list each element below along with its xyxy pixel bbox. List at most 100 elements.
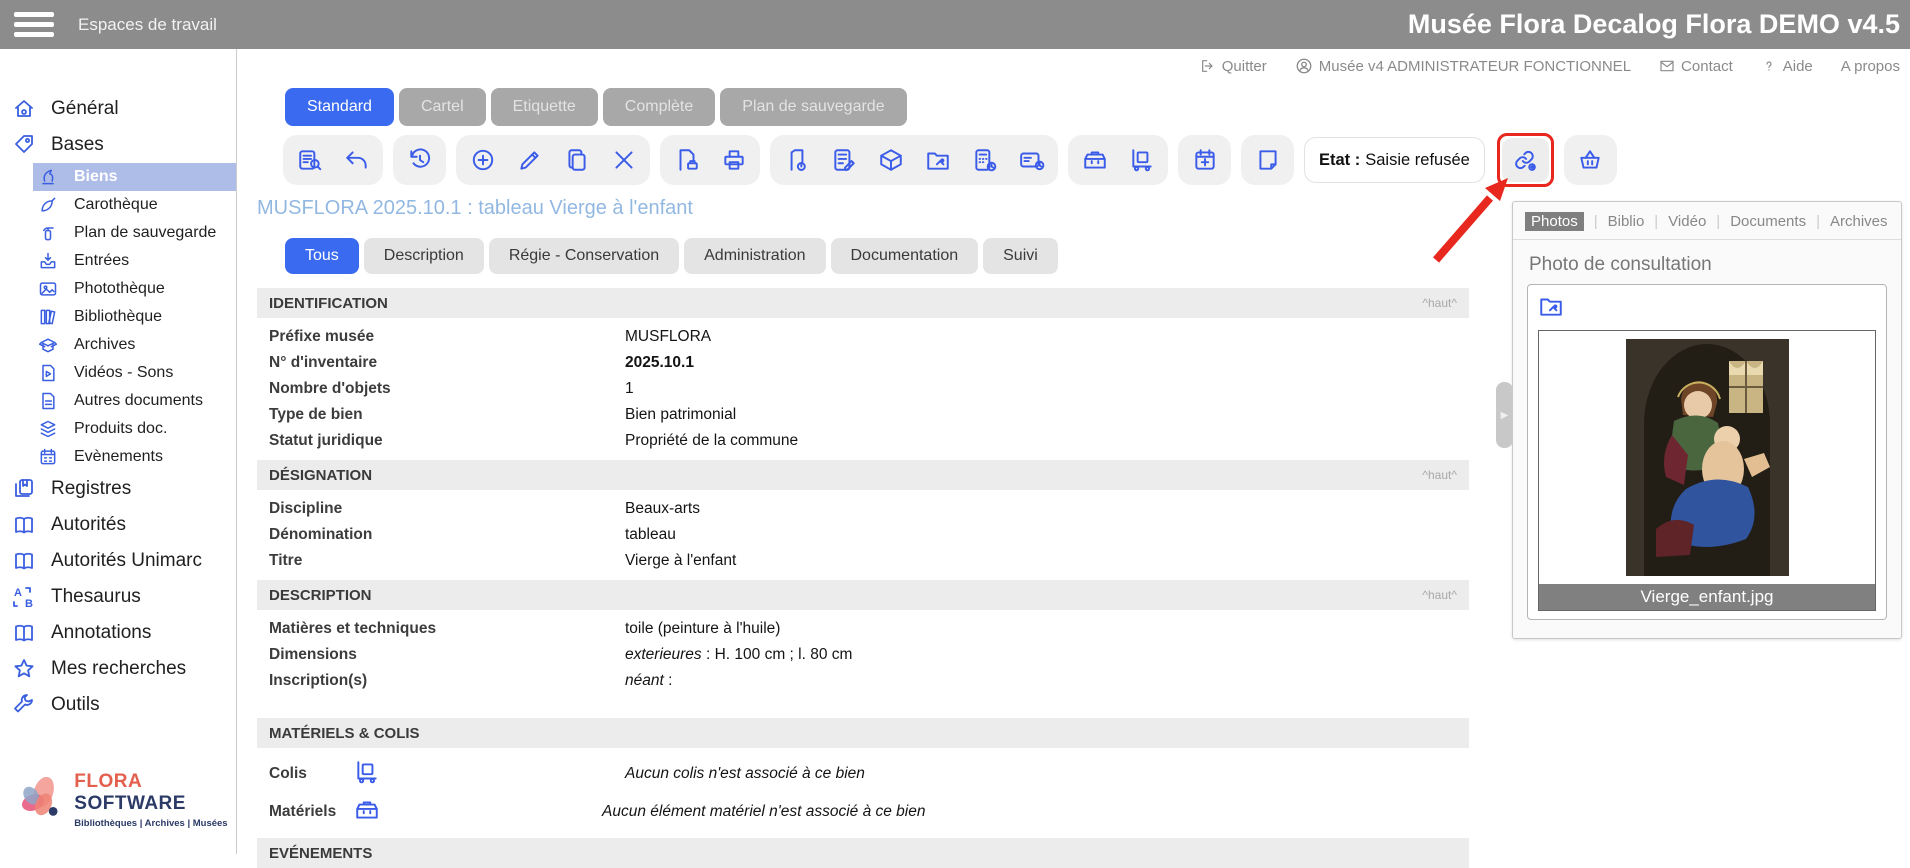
basket-button[interactable] (1567, 138, 1614, 182)
sidebar-item-outils[interactable]: Outils (0, 687, 236, 723)
sidebar-item-phototheque[interactable]: Photothèque (33, 275, 236, 303)
trolley-button[interactable] (1118, 138, 1165, 182)
doc-stack-icon (38, 419, 58, 439)
workspace-label[interactable]: Espaces de travail (78, 15, 217, 35)
document-icon (38, 391, 58, 411)
archive-box-icon (38, 335, 58, 355)
field-row: Dimensionsexterieures : H. 100 cm ; l. 8… (257, 642, 1469, 668)
attach-document-button[interactable] (773, 138, 820, 182)
card-clock-button[interactable] (1008, 138, 1055, 182)
sidebar-item-mes-recherches[interactable]: Mes recherches (0, 651, 236, 687)
page-print-icon (674, 147, 700, 173)
sidebar-item-general[interactable]: Général (0, 91, 236, 127)
list-search-button[interactable] (286, 138, 333, 182)
sidebar-item-entrees[interactable]: Entrées (33, 247, 236, 275)
delete-button[interactable] (600, 138, 647, 182)
field-row: Inscription(s)néant : (257, 668, 1469, 694)
media-tab-video[interactable]: Vidéo (1668, 213, 1706, 230)
page-print-button[interactable] (663, 138, 710, 182)
consultation-photo[interactable] (1539, 331, 1875, 584)
sidebar-item-autorites-unimarc[interactable]: Autorités Unimarc (0, 543, 236, 579)
sidebar-item-annotations[interactable]: Annotations (0, 615, 236, 651)
calculator-clock-button[interactable] (961, 138, 1008, 182)
calendar-icon (38, 447, 58, 467)
tag-icon (12, 133, 36, 157)
sidebar-item-thesaurus[interactable]: AB Thesaurus (0, 579, 236, 615)
sidebar-item-carotheque[interactable]: Carothèque (33, 191, 236, 219)
user-icon (1295, 57, 1313, 75)
toolbox-icon[interactable] (354, 797, 380, 828)
panel-collapse-handle[interactable]: ▶ (1496, 382, 1513, 448)
field-row: DisciplineBeaux-arts (257, 496, 1469, 522)
view-tab-etiquette[interactable]: Etiquette (491, 88, 598, 126)
media-tab-photos[interactable]: Photos (1525, 212, 1584, 231)
field-row: N° d'inventaire2025.10.1 (257, 350, 1469, 376)
chevron-right-icon: ▶ (1501, 410, 1509, 421)
link-button[interactable] (1502, 138, 1549, 182)
designation-fields: DisciplineBeaux-arts Dénominationtableau… (257, 490, 1469, 580)
materiels-rows: Colis Aucun colis n'est associé à ce bie… (257, 748, 1469, 838)
record-tab-administration[interactable]: Administration (684, 238, 825, 274)
open-book-icon (12, 621, 36, 645)
about-button[interactable]: A propos (1841, 58, 1900, 75)
field-row: Dénominationtableau (257, 522, 1469, 548)
view-tab-cartel[interactable]: Cartel (399, 88, 486, 126)
folder-image-button[interactable] (1538, 293, 1564, 319)
sidebar-item-videos-sons[interactable]: Vidéos - Sons (33, 359, 236, 387)
field-row: TitreVierge à l'enfant (257, 548, 1469, 574)
record-tab-documentation[interactable]: Documentation (831, 238, 979, 274)
back-to-top-link[interactable]: ^haut^ (1422, 468, 1457, 482)
section-header-identification: IDENTIFICATION ^haut^ (257, 288, 1469, 318)
sidebar-item-bibliotheque[interactable]: Bibliothèque (33, 303, 236, 331)
undo-icon (344, 147, 370, 173)
menu-icon[interactable] (14, 7, 54, 42)
sidebar-item-autres-documents[interactable]: Autres documents (33, 387, 236, 415)
media-tab-biblio[interactable]: Biblio (1608, 213, 1645, 230)
sidebar-item-bases[interactable]: Bases (0, 127, 236, 163)
folder-image-button[interactable] (914, 138, 961, 182)
painting-vierge-enfant (1626, 339, 1789, 576)
back-to-top-link[interactable]: ^haut^ (1422, 588, 1457, 602)
package-button[interactable] (867, 138, 914, 182)
duplicate-button[interactable] (553, 138, 600, 182)
sidebar-item-autorites[interactable]: Autorités (0, 507, 236, 543)
sidebar-item-produits-doc[interactable]: Produits doc. (33, 415, 236, 443)
record-tab-tous[interactable]: Tous (285, 238, 359, 274)
copy-icon (564, 147, 590, 173)
view-tab-plan-sauvegarde[interactable]: Plan de sauvegarde (720, 88, 906, 126)
calendar-add-button[interactable] (1181, 138, 1228, 182)
add-button[interactable] (459, 138, 506, 182)
field-row: Préfixe muséeMUSFLORA (257, 324, 1469, 350)
contact-button[interactable]: Contact (1659, 58, 1733, 75)
trolley-icon[interactable] (354, 759, 380, 790)
photo-icon (38, 279, 58, 299)
edit-form-button[interactable] (820, 138, 867, 182)
media-tab-archives[interactable]: Archives (1830, 213, 1888, 230)
sidebar-item-archives[interactable]: Archives (33, 331, 236, 359)
edit-button[interactable] (506, 138, 553, 182)
record-tab-description[interactable]: Description (364, 238, 484, 274)
toolbox-button[interactable] (1071, 138, 1118, 182)
svg-text:B: B (25, 598, 33, 609)
note-button[interactable] (1244, 138, 1291, 182)
description-fields: Matières et techniquestoile (peinture à … (257, 610, 1469, 700)
print-button[interactable] (710, 138, 757, 182)
view-tab-complete[interactable]: Complète (603, 88, 715, 126)
record-tab-regie-conservation[interactable]: Régie - Conservation (489, 238, 679, 274)
sidebar-item-biens[interactable]: Biens (33, 163, 236, 191)
media-tab-documents[interactable]: Documents (1730, 213, 1806, 230)
view-tab-standard[interactable]: Standard (285, 88, 394, 126)
help-button[interactable]: Aide (1761, 58, 1813, 75)
exit-icon (1200, 58, 1216, 74)
sidebar-item-registres[interactable]: Registres (0, 471, 236, 507)
quit-button[interactable]: Quitter (1200, 58, 1267, 75)
page-attach-icon (784, 147, 810, 173)
record-tab-suivi[interactable]: Suivi (983, 238, 1058, 274)
card-clock-icon (1019, 147, 1045, 173)
history-button[interactable] (396, 138, 443, 182)
user-menu[interactable]: Musée v4 ADMINISTRATEUR FONCTIONNEL (1295, 57, 1631, 75)
sidebar-item-evenements[interactable]: Evènements (33, 443, 236, 471)
undo-button[interactable] (333, 138, 380, 182)
sidebar-item-plan-sauvegarde[interactable]: Plan de sauvegarde (33, 219, 236, 247)
back-to-top-link[interactable]: ^haut^ (1422, 296, 1457, 310)
